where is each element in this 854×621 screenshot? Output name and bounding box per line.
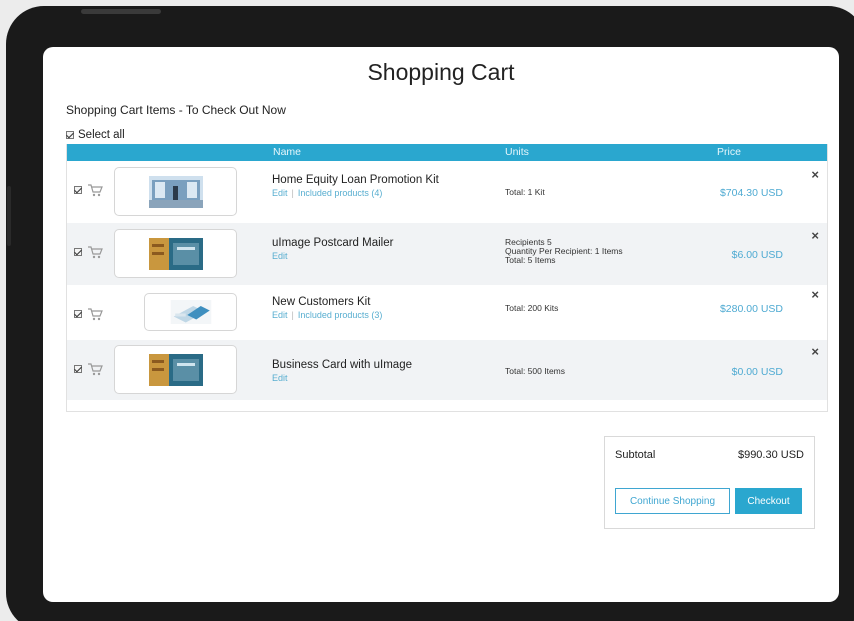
item-price: $704.30 USD (719, 187, 783, 199)
cart-row: Business Card with uImage Edit Total: 50… (67, 340, 827, 400)
product-links: Edit (272, 251, 288, 261)
edit-link[interactable]: Edit (272, 251, 288, 261)
item-checkbox[interactable] (74, 248, 82, 256)
edit-link[interactable]: Edit (272, 310, 288, 320)
item-price: $280.00 USD (719, 303, 783, 315)
product-links: Edit | Included products (3) (272, 310, 383, 320)
item-checkbox[interactable] (74, 186, 82, 194)
item-price: $0.00 USD (731, 366, 783, 378)
included-products-link[interactable]: Included products (4) (298, 188, 383, 198)
item-price: $6.00 USD (731, 249, 783, 261)
units-line: Total: 200 Kits (505, 303, 559, 313)
subtotal-label: Subtotal (615, 449, 656, 461)
checkout-button[interactable]: Checkout (735, 488, 802, 514)
cart-row: New Customers Kit Edit | Included products… (67, 285, 827, 340)
continue-shopping-button[interactable]: Continue Shopping (615, 488, 730, 514)
units-line: Total: 500 Items (505, 366, 566, 376)
tablet-frame: Shopping Cart Shopping Cart Items - To C… (6, 6, 854, 621)
select-all-label: Select all (78, 129, 125, 141)
business-card-thumbnail-icon (148, 353, 203, 386)
product-name[interactable]: Home Equity Loan Promotion Kit (272, 174, 439, 186)
edit-link[interactable]: Edit (272, 373, 288, 383)
select-all[interactable]: Select all (66, 129, 125, 141)
product-thumbnail[interactable] (144, 293, 237, 331)
remove-item-button[interactable]: × (811, 167, 819, 182)
column-header-price: Price (717, 146, 741, 158)
cart-table: Name Units Price Home Equity Loan Promot… (66, 144, 828, 412)
cart-icon[interactable] (87, 183, 103, 197)
product-thumbnail[interactable] (114, 345, 237, 394)
tablet-side-button (7, 186, 11, 246)
page-title: Shopping Cart (367, 59, 515, 85)
product-links: Edit (272, 373, 288, 383)
tablet-screen: Shopping Cart Shopping Cart Items - To C… (43, 47, 839, 602)
product-name[interactable]: uImage Postcard Mailer (272, 237, 393, 249)
edit-link[interactable]: Edit (272, 188, 288, 198)
product-thumbnail[interactable] (114, 167, 237, 216)
product-name[interactable]: New Customers Kit (272, 296, 370, 308)
units-line: Total: 5 Items (505, 255, 556, 265)
item-checkbox[interactable] (74, 310, 82, 318)
included-products-link[interactable]: Included products (3) (298, 310, 383, 320)
remove-item-button[interactable]: × (811, 228, 819, 243)
units-line: Total: 1 Kit (505, 187, 545, 197)
cart-table-header: Name Units Price (67, 144, 827, 161)
remove-item-button[interactable]: × (811, 287, 819, 302)
units-info: Total: 200 Kits (505, 304, 558, 313)
column-header-name: Name (273, 146, 302, 158)
cart-icon[interactable] (87, 307, 103, 321)
remove-item-button[interactable]: × (811, 344, 819, 359)
promotion-kit-thumbnail-icon (148, 175, 203, 208)
units-info: Total: 500 Items (505, 367, 565, 376)
item-checkbox[interactable] (74, 365, 82, 373)
customers-kit-thumbnail-icon (170, 300, 211, 324)
postcard-thumbnail-icon (148, 237, 203, 270)
cart-row: uImage Postcard Mailer Edit Recipients 5… (67, 223, 827, 285)
cart-row: Home Equity Loan Promotion Kit Edit | Incl… (67, 161, 827, 223)
product-thumbnail[interactable] (114, 229, 237, 278)
cart-icon[interactable] (87, 245, 103, 259)
product-name[interactable]: Business Card with uImage (272, 359, 412, 371)
subtotal-value: $990.30 USD (737, 449, 804, 461)
tablet-top-button (81, 9, 161, 14)
cart-section-title: Shopping Cart Items - To Check Out Now (66, 103, 286, 117)
order-summary: Subtotal $990.30 USD Continue Shopping C… (604, 436, 815, 529)
column-header-units: Units (505, 146, 529, 158)
select-all-checkbox[interactable] (66, 131, 74, 139)
cart-icon[interactable] (87, 362, 103, 376)
product-links: Edit | Included products (4) (272, 188, 383, 198)
units-info: Total: 1 Kit (505, 188, 545, 197)
units-info: Recipients 5 Quantity Per Recipient: 1 I… (505, 238, 623, 265)
